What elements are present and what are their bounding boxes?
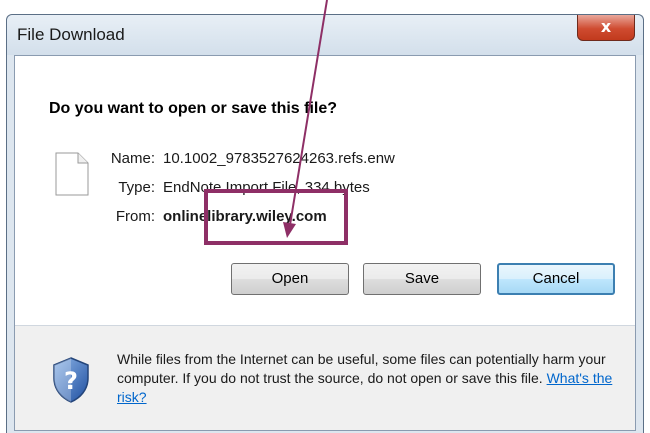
close-icon: x: [600, 17, 612, 36]
open-button-highlight: [204, 189, 348, 245]
title-bar[interactable]: File Download x: [7, 15, 643, 55]
svg-text:?: ?: [64, 367, 78, 395]
shield-icon: ?: [53, 357, 89, 403]
close-button[interactable]: x: [577, 15, 635, 41]
cancel-button[interactable]: Cancel: [497, 263, 615, 295]
security-warning: While files from the Internet can be use…: [117, 350, 617, 407]
warning-footer: ? While files from the Internet can be u…: [15, 326, 635, 430]
from-label: From:: [115, 208, 155, 225]
save-button[interactable]: Save: [363, 263, 481, 295]
warning-text: While files from the Internet can be use…: [117, 351, 606, 386]
dialog-question: Do you want to open or save this file?: [49, 100, 338, 117]
open-button[interactable]: Open: [231, 263, 349, 295]
file-name-value: 10.1002_9783527624263.refs.enw: [163, 150, 395, 167]
name-label: Name:: [110, 150, 155, 167]
window-title: File Download: [17, 25, 125, 44]
type-label: Type:: [118, 179, 155, 196]
